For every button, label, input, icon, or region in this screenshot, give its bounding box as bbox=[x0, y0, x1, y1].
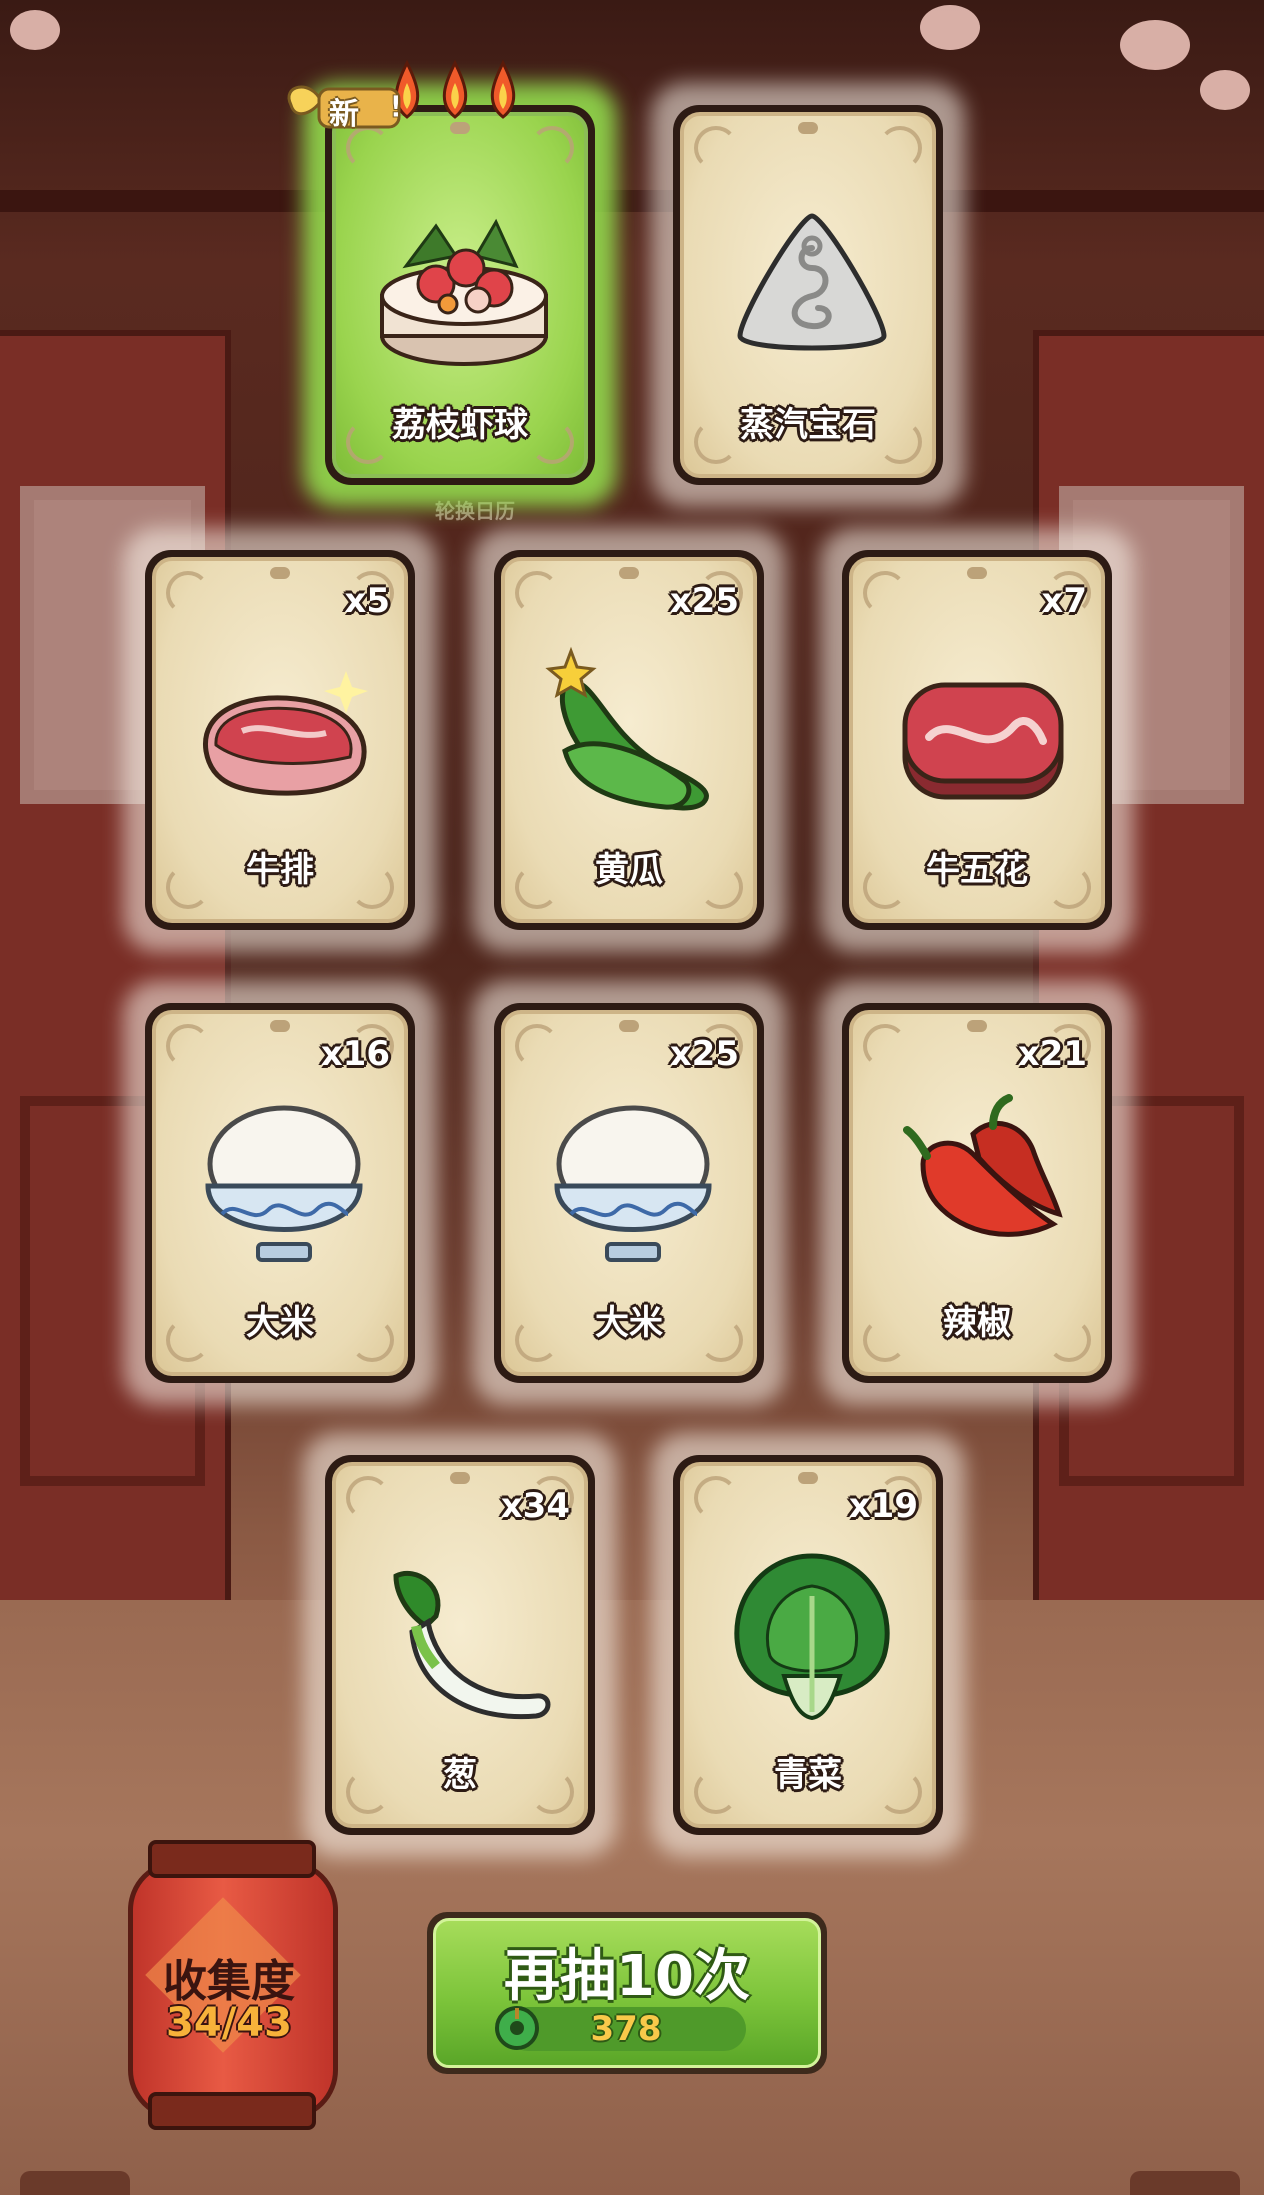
card-quantity: x25 bbox=[669, 581, 739, 621]
bottom-tab-strip bbox=[0, 2171, 1264, 2195]
steam-gem-icon bbox=[737, 213, 887, 351]
card-name: 青菜 bbox=[774, 1755, 842, 1795]
card-quantity: x21 bbox=[1017, 1034, 1087, 1074]
new-badge: ! 新 bbox=[281, 75, 411, 139]
bok-choy-icon bbox=[734, 1553, 890, 1721]
svg-text:!: ! bbox=[389, 90, 403, 125]
rice-bowl-icon bbox=[205, 1105, 363, 1262]
card-scallion[interactable]: x34 葱 bbox=[303, 1433, 617, 1857]
blossom-decoration bbox=[1200, 70, 1250, 110]
rice-bowl-icon bbox=[554, 1105, 712, 1262]
chili-pepper-icon bbox=[903, 1094, 1063, 1237]
draw-button-label: 再抽10次 bbox=[504, 1944, 750, 2009]
card-quantity: x25 bbox=[669, 1034, 739, 1074]
background-door-left bbox=[0, 330, 231, 1612]
card-name: 葱 bbox=[443, 1755, 477, 1795]
cucumber-icon bbox=[545, 646, 709, 811]
card-quantity: x34 bbox=[500, 1486, 570, 1526]
blossom-decoration bbox=[920, 5, 980, 50]
new-badge-label: 新 bbox=[329, 97, 359, 132]
card-name: 黄瓜 bbox=[595, 850, 663, 890]
bottom-tab[interactable] bbox=[20, 2171, 130, 2195]
jade-coin-icon bbox=[495, 2006, 539, 2050]
card-quantity: x19 bbox=[848, 1486, 918, 1526]
card-name: 牛排 bbox=[246, 850, 314, 890]
card-quantity: x16 bbox=[320, 1034, 390, 1074]
cost-pill: 378 bbox=[506, 2007, 746, 2051]
blossom-decoration bbox=[10, 10, 60, 50]
collection-count: 34/43 bbox=[166, 2000, 292, 2046]
card-rice-2[interactable]: x25 大米 bbox=[472, 981, 786, 1405]
card-chili-pepper[interactable]: x21 辣椒 bbox=[820, 981, 1134, 1405]
card-name: 大米 bbox=[595, 1303, 663, 1343]
card-name: 辣椒 bbox=[943, 1303, 1011, 1343]
beef-brisket-icon bbox=[902, 682, 1064, 800]
card-name: 荔枝虾球 bbox=[392, 405, 528, 445]
card-quantity: x5 bbox=[344, 581, 390, 621]
steak-icon bbox=[203, 671, 368, 796]
scallion-icon bbox=[393, 1570, 551, 1720]
bottom-tab[interactable] bbox=[1130, 2171, 1240, 2195]
draw-cost-value: 378 bbox=[590, 2009, 662, 2049]
card-lychee-shrimp-ball[interactable]: 荔枝虾球 ! 新 bbox=[287, 59, 617, 507]
card-name: 牛五花 bbox=[926, 850, 1028, 890]
card-beef-brisket[interactable]: x7 牛五花 bbox=[820, 528, 1134, 952]
background-door-right bbox=[1033, 330, 1264, 1612]
background-beam bbox=[0, 190, 1264, 212]
card-bok-choy[interactable]: x19 青菜 bbox=[651, 1433, 965, 1857]
card-name: 蒸汽宝石 bbox=[740, 405, 876, 445]
card-quantity: x7 bbox=[1041, 581, 1087, 621]
lychee-shrimp-ball-icon bbox=[380, 218, 548, 366]
card-steam-gem[interactable]: 蒸汽宝石 bbox=[651, 83, 965, 507]
card-steak[interactable]: x5 牛排 bbox=[123, 528, 437, 952]
collection-lantern[interactable]: 收集度 34/43 bbox=[120, 1840, 338, 2130]
card-rice-1[interactable]: x16 大米 bbox=[123, 981, 437, 1405]
card-cucumber[interactable]: x25 黄瓜 bbox=[472, 528, 786, 952]
draw-10-again-button[interactable]: 再抽10次 378 bbox=[427, 1912, 827, 2074]
card-name: 大米 bbox=[246, 1303, 314, 1343]
blossom-decoration bbox=[1120, 20, 1190, 70]
